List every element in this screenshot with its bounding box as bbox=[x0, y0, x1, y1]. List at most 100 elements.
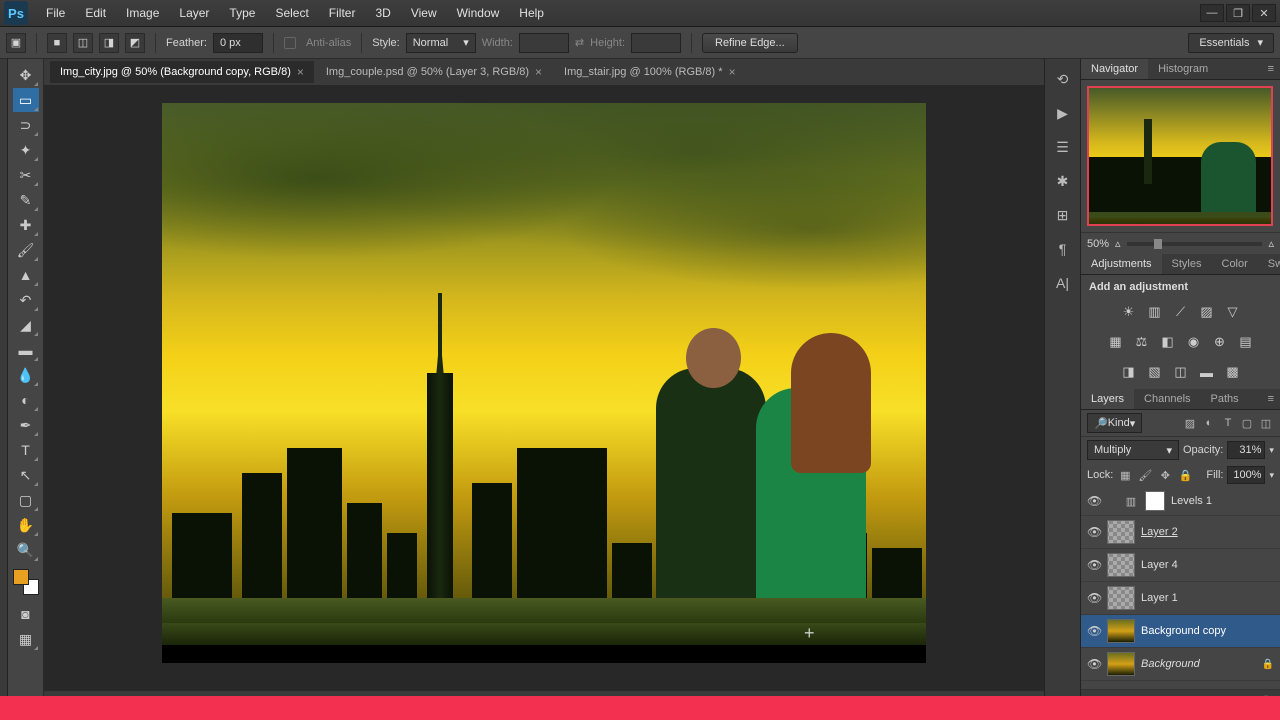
layer-row[interactable]: 👁 Layer 2 bbox=[1081, 516, 1280, 549]
dodge-tool[interactable]: ◐ bbox=[13, 388, 39, 412]
layer-name[interactable]: Layer 1 bbox=[1141, 592, 1178, 604]
lock-pos-icon[interactable]: ✥ bbox=[1157, 467, 1173, 483]
histogram-tab[interactable]: Histogram bbox=[1148, 59, 1218, 79]
lock-trans-icon[interactable]: ▦ bbox=[1117, 467, 1133, 483]
bw-icon[interactable]: ◧ bbox=[1158, 333, 1178, 351]
layer-row[interactable]: 👁 Layer 4 bbox=[1081, 549, 1280, 582]
visibility-icon[interactable]: 👁 bbox=[1087, 558, 1101, 572]
path-tool[interactable]: ↖ bbox=[13, 463, 39, 487]
layer-thumbnail[interactable] bbox=[1107, 586, 1135, 610]
eraser-tool[interactable]: ◢ bbox=[13, 313, 39, 337]
panel-menu-icon[interactable]: ≡ bbox=[1262, 389, 1280, 409]
photo-filter-icon[interactable]: ◉ bbox=[1184, 333, 1204, 351]
fill-chevron-icon[interactable]: ▾ bbox=[1269, 470, 1274, 481]
healing-tool[interactable]: ✚ bbox=[13, 213, 39, 237]
visibility-icon[interactable]: 👁 bbox=[1087, 624, 1101, 638]
layer-row[interactable]: 👁 Background copy bbox=[1081, 615, 1280, 648]
move-tool[interactable]: ✥ bbox=[13, 63, 39, 87]
quickmask-tool[interactable]: ◙ bbox=[13, 602, 39, 626]
doc-tab-1[interactable]: Img_city.jpg @ 50% (Background copy, RGB… bbox=[50, 61, 314, 83]
visibility-icon[interactable]: 👁 bbox=[1087, 525, 1101, 539]
close-button[interactable]: ✕ bbox=[1252, 4, 1276, 22]
layer-thumbnail[interactable] bbox=[1107, 553, 1135, 577]
crop-tool[interactable]: ✂ bbox=[13, 163, 39, 187]
canvas-viewport[interactable]: + bbox=[44, 85, 1044, 690]
lasso-tool[interactable]: ⊃ bbox=[13, 113, 39, 137]
close-icon[interactable]: × bbox=[535, 65, 542, 79]
zoom-slider[interactable] bbox=[1127, 242, 1263, 246]
gradient-map-icon[interactable]: ▬ bbox=[1197, 363, 1217, 381]
filter-adj-icon[interactable]: ◐ bbox=[1201, 415, 1217, 431]
layer-name[interactable]: Background bbox=[1141, 658, 1200, 670]
doc-tab-2[interactable]: Img_couple.psd @ 50% (Layer 3, RGB/8)× bbox=[316, 61, 552, 83]
posterize-icon[interactable]: ▧ bbox=[1145, 363, 1165, 381]
mask-thumbnail[interactable] bbox=[1145, 491, 1165, 511]
channels-tab[interactable]: Channels bbox=[1134, 389, 1200, 409]
hue-icon[interactable]: ▦ bbox=[1106, 333, 1126, 351]
actions-icon[interactable]: ▶ bbox=[1051, 101, 1075, 125]
panel-menu-icon[interactable]: ≡ bbox=[1262, 59, 1280, 79]
hand-tool[interactable]: ✋ bbox=[13, 513, 39, 537]
properties-icon[interactable]: ☰ bbox=[1051, 135, 1075, 159]
menu-image[interactable]: Image bbox=[116, 2, 169, 24]
styles-tab[interactable]: Styles bbox=[1162, 254, 1212, 274]
stamp-tool[interactable]: ▲ bbox=[13, 263, 39, 287]
dock-grip-left[interactable] bbox=[0, 59, 8, 712]
filter-smart-icon[interactable]: ◫ bbox=[1258, 415, 1274, 431]
shape-tool[interactable]: ▢ bbox=[13, 488, 39, 512]
doc-tab-3[interactable]: Img_stair.jpg @ 100% (RGB/8) *× bbox=[554, 61, 746, 83]
menu-view[interactable]: View bbox=[401, 2, 447, 24]
layer-name[interactable]: Layer 4 bbox=[1141, 559, 1178, 571]
color-swatch[interactable] bbox=[13, 569, 39, 595]
menu-3d[interactable]: 3D bbox=[365, 2, 400, 24]
filter-pixel-icon[interactable]: ▨ bbox=[1182, 415, 1198, 431]
adjustments-tab[interactable]: Adjustments bbox=[1081, 254, 1162, 274]
layer-row[interactable]: 👁 Background 🔒 bbox=[1081, 648, 1280, 681]
visibility-icon[interactable]: 👁 bbox=[1087, 657, 1101, 671]
opacity-input[interactable] bbox=[1227, 441, 1265, 459]
selection-intersect-icon[interactable]: ◩ bbox=[125, 33, 145, 53]
vibrance-icon[interactable]: ▽ bbox=[1223, 303, 1243, 321]
zoom-in-icon[interactable]: ▵ bbox=[1268, 237, 1274, 250]
menu-filter[interactable]: Filter bbox=[319, 2, 366, 24]
layer-thumbnail[interactable] bbox=[1107, 619, 1135, 643]
selection-subtract-icon[interactable]: ◨ bbox=[99, 33, 119, 53]
lock-paint-icon[interactable]: 🖌 bbox=[1137, 467, 1153, 483]
paragraph-icon[interactable]: ¶ bbox=[1051, 237, 1075, 261]
navigator-thumbnail[interactable] bbox=[1087, 86, 1273, 226]
minimize-button[interactable]: — bbox=[1200, 4, 1224, 22]
paths-tab[interactable]: Paths bbox=[1201, 389, 1249, 409]
layer-thumbnail[interactable] bbox=[1107, 520, 1135, 544]
fill-input[interactable] bbox=[1227, 466, 1265, 484]
antialias-checkbox[interactable] bbox=[284, 37, 296, 49]
brush-panel-icon[interactable]: ✱ bbox=[1051, 169, 1075, 193]
menu-select[interactable]: Select bbox=[265, 2, 318, 24]
menu-file[interactable]: File bbox=[36, 2, 75, 24]
gradient-tool[interactable]: ▬ bbox=[13, 338, 39, 362]
clone-panel-icon[interactable]: ⊞ bbox=[1051, 203, 1075, 227]
screenmode-tool[interactable]: ▦ bbox=[13, 627, 39, 651]
text-tool[interactable]: T bbox=[13, 438, 39, 462]
menu-edit[interactable]: Edit bbox=[75, 2, 116, 24]
history-icon[interactable]: ⟲ bbox=[1051, 67, 1075, 91]
swap-icon[interactable]: ⇄ bbox=[575, 36, 584, 49]
exposure-icon[interactable]: ▨ bbox=[1197, 303, 1217, 321]
pen-tool[interactable]: ✒ bbox=[13, 413, 39, 437]
visibility-icon[interactable]: 👁 bbox=[1087, 591, 1101, 605]
magic-wand-tool[interactable]: ✦ bbox=[13, 138, 39, 162]
lookup-icon[interactable]: ▤ bbox=[1236, 333, 1256, 351]
color-tab[interactable]: Color bbox=[1212, 254, 1258, 274]
menu-help[interactable]: Help bbox=[509, 2, 554, 24]
swatches-tab[interactable]: Swatch bbox=[1258, 254, 1280, 274]
layer-row[interactable]: 👁 ▥ Levels 1 bbox=[1081, 487, 1280, 516]
history-brush-tool[interactable]: ↶ bbox=[13, 288, 39, 312]
char-icon[interactable]: A| bbox=[1051, 271, 1075, 295]
zoom-tool[interactable]: 🔍 bbox=[13, 538, 39, 562]
brightness-icon[interactable]: ☀ bbox=[1119, 303, 1139, 321]
invert-icon[interactable]: ◨ bbox=[1119, 363, 1139, 381]
tool-preset-icon[interactable]: ▣ bbox=[6, 33, 26, 53]
feather-input[interactable] bbox=[213, 33, 263, 53]
curves-icon[interactable]: ⟋ bbox=[1171, 303, 1191, 321]
refine-edge-button[interactable]: Refine Edge... bbox=[702, 33, 798, 53]
filter-type-icon[interactable]: T bbox=[1220, 415, 1236, 431]
